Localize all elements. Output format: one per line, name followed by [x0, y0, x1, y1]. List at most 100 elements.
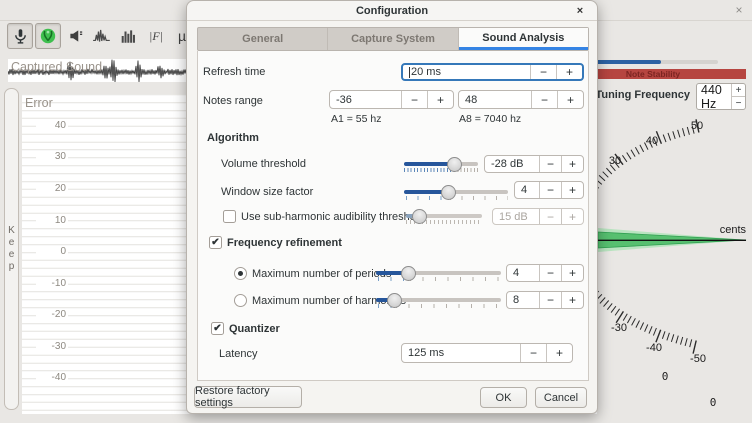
latency-label: Latency [219, 347, 258, 361]
restore-factory-settings-button[interactable]: Restore factory settings [194, 386, 302, 408]
gauge-label-minus40: -40 [646, 342, 662, 354]
gauge-label-40: 40 [646, 135, 658, 147]
max-harmonics-decrease-button[interactable]: − [539, 292, 561, 308]
microphone-toggle-button[interactable] [7, 23, 33, 49]
max-periods-slider-handle[interactable] [401, 266, 416, 281]
window-size-factor-label: Window size factor [221, 185, 313, 199]
volume-threshold-slider-track[interactable] [404, 162, 478, 166]
mu-icon: µ [178, 28, 186, 44]
tuner-toggle-button[interactable] [35, 23, 61, 49]
notes-range-max-decrease-button[interactable]: − [531, 91, 557, 108]
subharmonic-increase-button: + [561, 209, 583, 224]
max-periods-increase-button[interactable]: + [561, 265, 583, 281]
max-periods-slider-ticks [410, 277, 501, 281]
algorithm-section-title: Algorithm [207, 131, 259, 145]
fourier-view-button[interactable]: |F| [143, 23, 169, 49]
error-scale-tick: 40 [36, 120, 68, 132]
notes-range-min-decrease-button[interactable]: − [401, 91, 427, 108]
error-scale-tick: 0 [36, 246, 68, 258]
volume-threshold-slider-handle[interactable] [447, 157, 462, 172]
gauge-units-label: cents [720, 224, 747, 236]
quantizer-checkbox[interactable]: ✔ [211, 322, 224, 335]
spectrum-view-button[interactable] [116, 23, 142, 49]
subharmonic-spinbox[interactable]: 15 dB − + [492, 208, 584, 225]
notes-range-min-spinbox[interactable]: -36 − + [329, 90, 454, 109]
max-periods-spinbox[interactable]: 4 − + [506, 264, 584, 282]
max-periods-slider-track[interactable] [376, 271, 501, 275]
subharmonic-slider-handle[interactable] [412, 209, 427, 224]
dialog-close-button[interactable]: × [573, 4, 587, 18]
histogram-icon [120, 27, 138, 45]
volume-threshold-increase-button[interactable]: + [561, 156, 583, 172]
mute-speaker-icon [67, 27, 85, 45]
max-periods-value[interactable]: 4 [507, 265, 539, 281]
subharmonic-checkbox[interactable] [223, 210, 236, 223]
keep-button[interactable]: Keep [4, 88, 19, 410]
quantizer-label: Quantizer [229, 322, 280, 336]
max-harmonics-radio[interactable] [234, 294, 247, 307]
window-size-factor-slider-handle[interactable] [441, 185, 456, 200]
latency-increase-button[interactable]: + [546, 344, 572, 362]
tuning-fork-logo-icon [39, 27, 57, 45]
refresh-time-decrease-button[interactable]: − [530, 65, 556, 79]
tab-sound-analysis[interactable]: Sound Analysis [459, 28, 588, 50]
tab-general[interactable]: General [198, 28, 328, 50]
error-scale-tick: 20 [36, 183, 68, 195]
window-size-factor-slider-track[interactable] [404, 190, 508, 194]
gauge-label-minus50: -50 [690, 353, 706, 365]
volume-threshold-spinbox[interactable]: -28 dB − + [484, 155, 584, 173]
max-harmonics-increase-button[interactable]: + [561, 292, 583, 308]
max-harmonics-slider-handle[interactable] [387, 293, 402, 308]
error-scale-tick: 30 [36, 151, 68, 163]
latency-spinbox[interactable]: 125 ms − + [401, 343, 573, 363]
waveform-icon [92, 27, 112, 45]
dialog-title: Configuration [356, 5, 428, 17]
error-scale-tick: -40 [36, 372, 68, 384]
notes-range-label: Notes range [203, 94, 263, 108]
error-panel-title: Error [25, 96, 53, 110]
max-periods-radio[interactable] [234, 267, 247, 280]
cancel-button[interactable]: Cancel [535, 387, 587, 408]
error-scale-tick: -20 [36, 309, 68, 321]
max-harmonics-spinbox[interactable]: 8 − + [506, 291, 584, 309]
refresh-time-increase-button[interactable]: + [556, 65, 582, 79]
notes-range-max-hint: A8 = 7040 hz [459, 113, 521, 125]
frequency-refinement-checkbox[interactable]: ✔ [209, 236, 222, 249]
refresh-time-value[interactable]: 20 ms [403, 65, 530, 79]
window-close-icon[interactable]: × [731, 2, 747, 18]
notes-range-min-hint: A1 = 55 hz [331, 113, 382, 125]
dialog-tabbar: General Capture System Sound Analysis [197, 27, 589, 51]
window-size-factor-decrease-button[interactable]: − [539, 182, 561, 198]
gauge-label-30: 30 [609, 155, 621, 167]
volume-threshold-slider-ticks [404, 168, 454, 172]
latency-decrease-button[interactable]: − [520, 344, 546, 362]
max-harmonics-value[interactable]: 8 [507, 292, 539, 308]
notes-range-min-increase-button[interactable]: + [427, 91, 453, 108]
ok-button[interactable]: OK [480, 387, 527, 408]
notes-range-max-increase-button[interactable]: + [557, 91, 583, 108]
notes-range-max-spinbox[interactable]: 48 − + [458, 90, 584, 109]
refresh-time-label: Refresh time [203, 65, 265, 79]
window-size-factor-spinbox[interactable]: 4 − + [514, 181, 584, 199]
mute-speaker-button[interactable] [63, 23, 89, 49]
dialog-titlebar[interactable]: Configuration [187, 1, 597, 21]
window-size-factor-increase-button[interactable]: + [561, 182, 583, 198]
volume-threshold-decrease-button[interactable]: − [539, 156, 561, 172]
gauge-label-50: 50 [691, 120, 703, 132]
tab-capture-system[interactable]: Capture System [328, 28, 458, 50]
error-scale-tick: 10 [36, 215, 68, 227]
waveform-view-button[interactable] [89, 23, 115, 49]
octave-indicator: 0 [662, 370, 669, 383]
window-size-factor-value[interactable]: 4 [515, 182, 539, 198]
refresh-time-spinbox[interactable]: 20 ms − + [401, 63, 584, 81]
max-periods-decrease-button[interactable]: − [539, 265, 561, 281]
notes-range-max-value[interactable]: 48 [459, 91, 531, 108]
volume-threshold-label: Volume threshold [221, 157, 306, 171]
gauge-label-minus30: -30 [611, 322, 627, 334]
subharmonic-value: 15 dB [493, 209, 539, 224]
volume-threshold-value[interactable]: -28 dB [485, 156, 539, 172]
notes-range-min-value[interactable]: -36 [330, 91, 401, 108]
latency-value[interactable]: 125 ms [402, 344, 520, 362]
subharmonic-label: Use sub-harmonic audibility threshold [241, 210, 424, 224]
text-caret [409, 67, 410, 78]
